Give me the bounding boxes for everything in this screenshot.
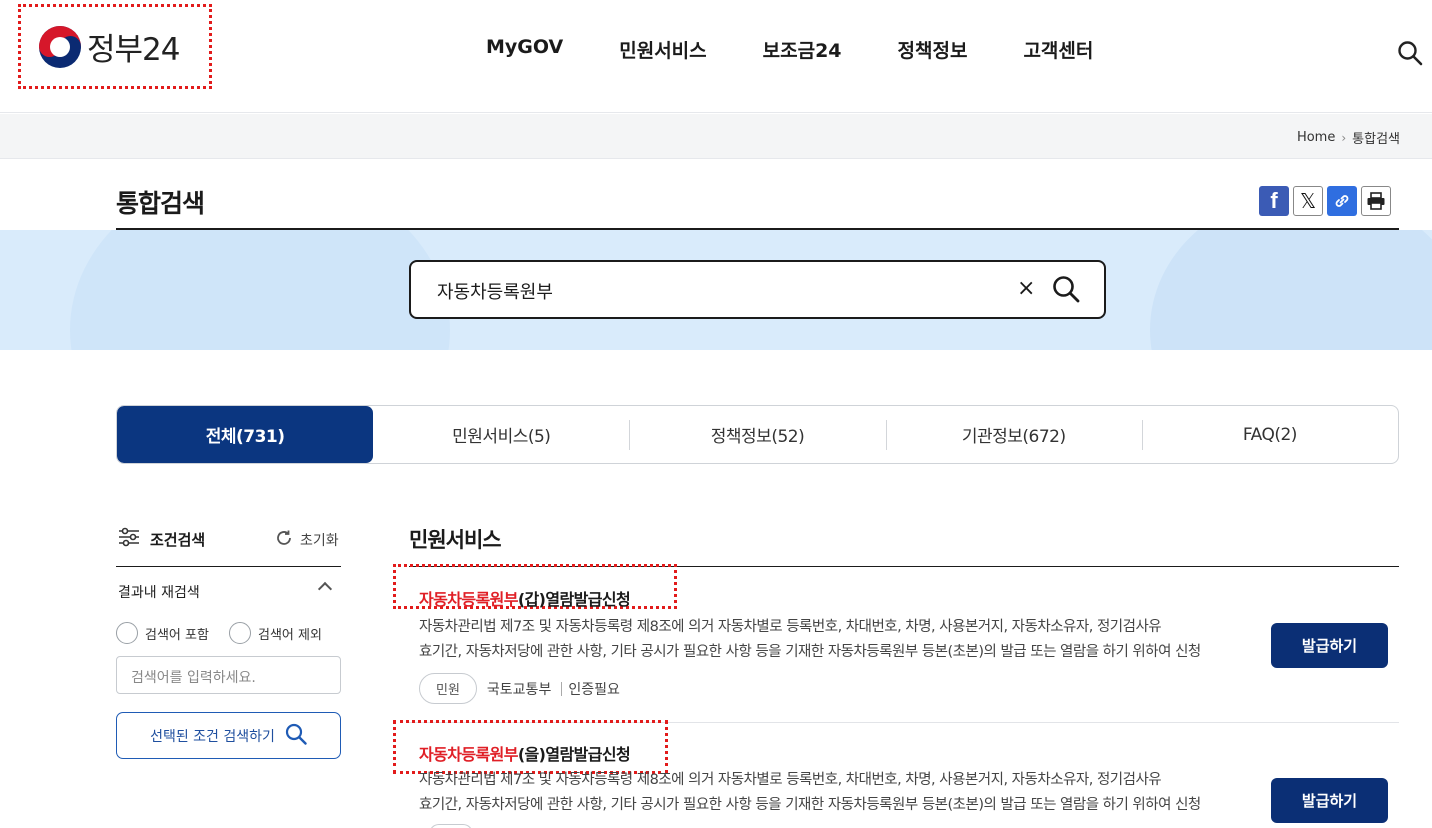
search-submit-icon[interactable] — [1051, 274, 1081, 308]
x-icon[interactable]: 𝕏 — [1293, 186, 1323, 216]
result-title[interactable]: 자동차등록원부(갑)열람발급신청 — [419, 586, 631, 610]
main-nav: MyGOV 민원서비스 보조금24 정책정보 고객센터 — [486, 36, 1149, 63]
reset-button[interactable]: 초기화 — [274, 528, 339, 552]
radio-circle — [229, 622, 251, 644]
list-item: 자동차등록원부(갑)열람발급신청 자동차관리법 제7조 및 자동차등록령 제8조… — [393, 564, 1399, 723]
exclude-radio[interactable]: 검색어 제외 — [229, 622, 322, 644]
title-rest: (갑)열람발급신청 — [517, 590, 631, 609]
facebook-icon[interactable]: f — [1259, 186, 1289, 216]
tab-civil-service[interactable]: 민원서비스(5) — [373, 406, 629, 463]
breadcrumb-home[interactable]: Home — [1297, 130, 1335, 145]
filter-title: 조건검색 — [118, 527, 205, 551]
category-tag: 민원 — [419, 673, 477, 704]
issue-button[interactable]: 발급하기 — [1271, 623, 1388, 668]
search-icon[interactable] — [1397, 40, 1423, 66]
desc-line: 효기간, 자동차저당에 관한 사항, 기타 공시가 필요한 사항 등을 기재한 … — [419, 644, 1201, 660]
category-tag — [429, 824, 473, 828]
share-tools: f 𝕏 — [1259, 186, 1391, 216]
result-tabs: 전체(731) 민원서비스(5) 정책정보(52) 기관정보(672) FAQ(… — [116, 405, 1399, 464]
nav-mygov[interactable]: MyGOV — [486, 36, 563, 63]
result-description: 자동차관리법 제7조 및 자동차등록령 제8조에 의거 자동차별로 등록번호, … — [419, 615, 1249, 665]
tab-policy-info[interactable]: 정책정보(52) — [629, 406, 885, 463]
filter-title-label: 조건검색 — [150, 530, 206, 549]
breadcrumb-bar: Home › 통합검색 — [0, 114, 1432, 159]
section-title: 민원서비스 — [409, 528, 502, 552]
result-title[interactable]: 자동차등록원부(을)열람발급신청 — [419, 741, 631, 765]
page-title: 통합검색 — [116, 189, 205, 218]
nav-subsidy24[interactable]: 보조금24 — [763, 36, 842, 63]
logo-text: 정부24 — [87, 32, 180, 68]
desc-line: 자동차관리법 제7조 및 자동차등록령 제8조에 의거 자동차별로 등록번호, … — [419, 619, 1162, 635]
site-header: 정부24 MyGOV 민원서비스 보조금24 정책정보 고객센터 — [0, 0, 1432, 113]
apply-filter-button[interactable]: 선택된 조건 검색하기 — [116, 712, 341, 759]
list-item: 자동차등록원부(을)열람발급신청 자동차관리법 제7조 및 자동차등록령 제8조… — [393, 720, 1399, 828]
refine-search-input[interactable]: 검색어를 입력하세요. — [116, 656, 341, 694]
clear-icon[interactable]: × — [1017, 276, 1035, 301]
include-radio[interactable]: 검색어 포함 — [116, 622, 209, 644]
issue-button[interactable]: 발급하기 — [1271, 778, 1388, 823]
include-label: 검색어 포함 — [145, 627, 209, 643]
desc-line: 자동차관리법 제7조 및 자동차등록령 제8조에 의거 자동차별로 등록번호, … — [419, 772, 1162, 788]
radio-circle — [116, 622, 138, 644]
reset-label: 초기화 — [300, 533, 339, 549]
title-rest: (을)열람발급신청 — [517, 745, 631, 764]
link-icon[interactable] — [1327, 186, 1357, 216]
desc-line: 효기간, 자동차저당에 관한 사항, 기타 공시가 필요한 사항 등을 기재한 … — [419, 797, 1201, 813]
result-meta: 민원 국토교통부 인증필요 — [419, 673, 620, 704]
search-input[interactable]: 자동차등록원부 × — [409, 260, 1106, 319]
search-query: 자동차등록원부 — [437, 282, 553, 303]
result-description: 자동차관리법 제7조 및 자동차등록령 제8조에 의거 자동차별로 등록번호, … — [419, 768, 1249, 818]
taegeuk-logo-icon — [39, 25, 81, 68]
auth-required: 인증필요 — [568, 681, 620, 698]
chevron-right-icon: › — [1341, 130, 1347, 145]
refresh-icon — [274, 528, 294, 552]
nav-policy-info[interactable]: 정책정보 — [898, 36, 968, 63]
title-highlight: 자동차등록원부 — [419, 745, 518, 764]
agency: 국토교통부 — [486, 681, 552, 698]
nav-customer-center[interactable]: 고객센터 — [1023, 36, 1093, 63]
breadcrumb-current: 통합검색 — [1352, 132, 1400, 147]
tab-faq[interactable]: FAQ(2) — [1141, 406, 1398, 463]
apply-filter-label: 선택된 조건 검색하기 — [150, 728, 275, 745]
print-icon[interactable] — [1361, 186, 1391, 216]
sliders-icon — [118, 527, 140, 551]
exclude-label: 검색어 제외 — [258, 627, 322, 643]
filter-divider — [116, 566, 341, 567]
tab-all[interactable]: 전체(731) — [117, 406, 374, 463]
nav-civil-service[interactable]: 민원서비스 — [619, 36, 706, 63]
chevron-up-icon[interactable] — [317, 581, 333, 597]
refine-label: 결과내 재검색 — [118, 585, 200, 601]
title-highlight: 자동차등록원부 — [419, 590, 518, 609]
tab-agency-info[interactable]: 기관정보(672) — [885, 406, 1142, 463]
logo[interactable]: 정부24 — [18, 4, 212, 89]
breadcrumb: Home › 통합검색 — [1297, 128, 1400, 147]
search-icon — [285, 723, 307, 749]
